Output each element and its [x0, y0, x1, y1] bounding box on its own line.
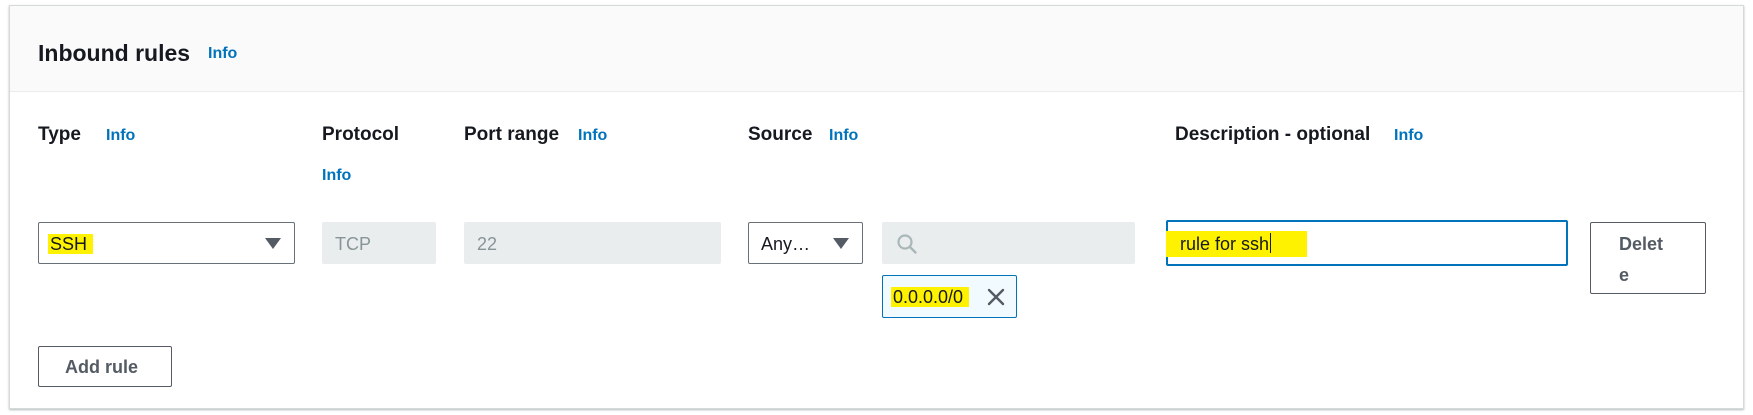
- description-value: rule for ssh: [1166, 231, 1308, 257]
- source-type-select[interactable]: Any…: [748, 222, 863, 264]
- source-type-value: Any…: [761, 234, 811, 254]
- type-select-value: SSH: [48, 234, 94, 255]
- source-info-link[interactable]: Info: [829, 127, 858, 145]
- type-label: Type: [38, 124, 81, 145]
- source-cidr-token: 0.0.0.0/0: [882, 275, 1017, 318]
- panel-header: Inbound rules Info: [10, 6, 1743, 92]
- caret-down-icon: [265, 238, 281, 249]
- delete-label-line2: e: [1619, 265, 1630, 285]
- protocol-info-link[interactable]: Info: [322, 167, 351, 185]
- source-search-input: [882, 222, 1135, 264]
- port-range-field: 22: [464, 222, 721, 264]
- description-label: Description - optional: [1175, 124, 1371, 145]
- type-info-link[interactable]: Info: [106, 127, 135, 145]
- search-icon: [897, 234, 917, 254]
- type-select[interactable]: SSH: [38, 222, 295, 264]
- protocol-field: TCP: [322, 222, 436, 264]
- protocol-value: TCP: [335, 234, 371, 254]
- source-cidr-value: 0.0.0.0/0: [891, 287, 970, 308]
- inbound-rules-panel: Inbound rules Info Type Info Protocol In…: [9, 5, 1744, 409]
- protocol-label: Protocol: [322, 124, 400, 145]
- delete-rule-button[interactable]: Delet e: [1590, 222, 1706, 294]
- add-rule-label: Add rule: [65, 357, 139, 377]
- close-icon[interactable]: [986, 287, 1006, 307]
- port-range-label: Port range: [464, 124, 560, 145]
- source-label: Source: [748, 124, 813, 145]
- caret-down-icon: [833, 238, 849, 249]
- description-info-link[interactable]: Info: [1394, 127, 1423, 145]
- port-range-value: 22: [477, 234, 498, 254]
- panel-info-link[interactable]: Info: [208, 45, 237, 63]
- description-input[interactable]: rule for ssh: [1166, 220, 1568, 266]
- port-range-info-link[interactable]: Info: [578, 127, 607, 145]
- delete-label-line1: Delet: [1619, 234, 1664, 254]
- panel-title: Inbound rules: [38, 40, 191, 66]
- text-cursor: [1270, 233, 1272, 253]
- add-rule-button[interactable]: Add rule: [38, 346, 172, 387]
